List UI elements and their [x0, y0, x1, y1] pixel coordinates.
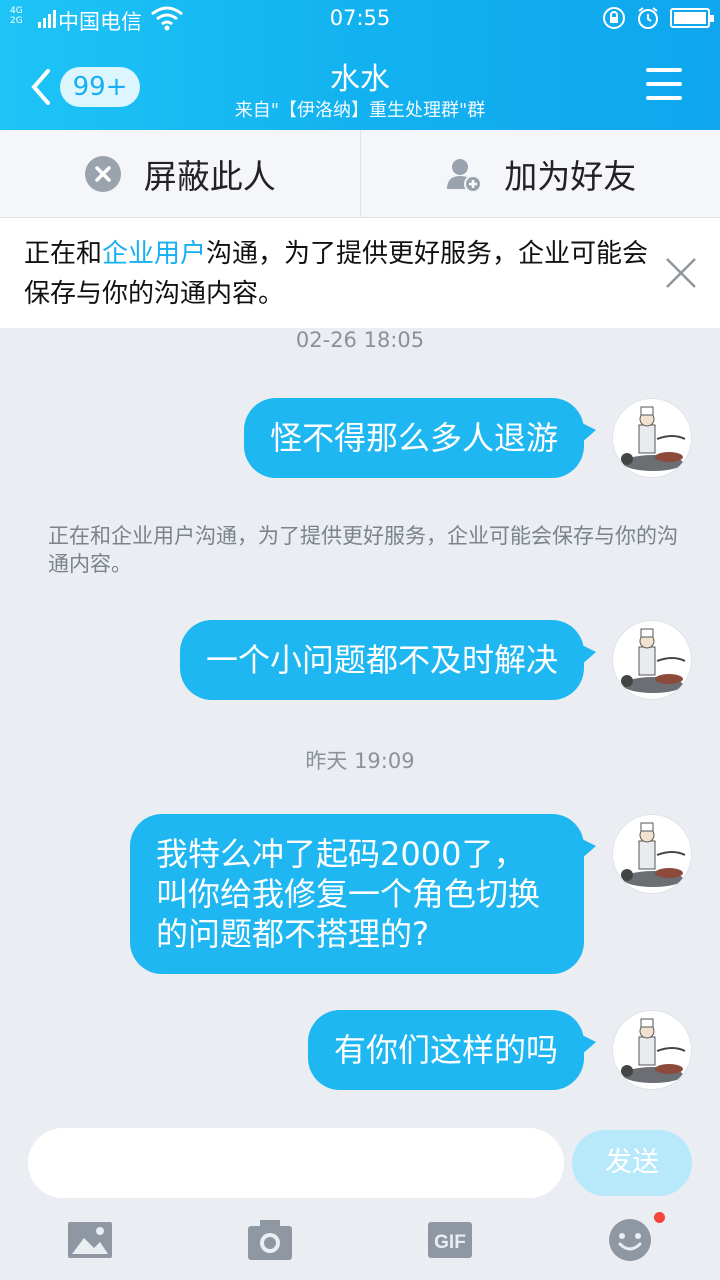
enterprise-notice-banner: 正在和企业用户沟通，为了提供更好服务，企业可能会保存与你的沟通内容。 [0, 218, 720, 328]
add-friend-button[interactable]: 加为好友 [361, 130, 720, 217]
chat-subtitle: 来自"【伊洛纳】重生处理群"群 [234, 100, 486, 121]
svg-text:GIF: GIF [434, 1232, 466, 1253]
message-bubble[interactable]: 有你们这样的吗 [307, 1010, 597, 1090]
image-icon[interactable] [66, 1216, 114, 1264]
block-user-button[interactable]: 屏蔽此人 [0, 130, 360, 217]
chef-avatar-icon [621, 406, 686, 471]
message-bubble[interactable]: 一个小问题都不及时解决 [179, 620, 597, 700]
input-bar: 发送 GIF [0, 1118, 720, 1280]
chat-title: 水水 [330, 62, 390, 97]
status-icons [602, 6, 714, 30]
alarm-icon [638, 7, 658, 29]
avatar[interactable] [612, 620, 692, 700]
message-bubble[interactable]: 怪不得那么多人退游 [243, 398, 597, 478]
send-button[interactable]: 发送 [572, 1130, 692, 1196]
add-friend-label: 加为好友 [504, 156, 637, 196]
lock-rotation-icon [603, 7, 625, 29]
chef-avatar-icon [621, 1018, 686, 1083]
block-icon [84, 155, 121, 192]
block-user-label: 屏蔽此人 [143, 156, 276, 196]
system-notice: 正在和企业用户沟通，为了提供更好服务，企业可能会保存与你的沟通内容。 [48, 524, 678, 576]
avatar[interactable] [612, 398, 692, 478]
message-bubble[interactable]: 我特么冲了起码2000了， 叫你给我修复一个角色切换 的问题都不搭理的? [130, 814, 596, 974]
menu-button[interactable] [646, 68, 682, 100]
notification-dot [654, 1212, 665, 1223]
chef-avatar-icon [621, 628, 686, 693]
menu-line [646, 96, 682, 100]
message-line: 叫你给我修复一个角色切换 [156, 875, 541, 913]
avatar[interactable] [612, 814, 692, 894]
action-bar: 屏蔽此人 加为好友 [0, 130, 720, 218]
emoji-icon[interactable] [606, 1216, 654, 1264]
message-line: 的问题都不搭理的? [156, 915, 429, 953]
toolbar: GIF [0, 1216, 720, 1266]
menu-line [646, 82, 682, 86]
message-timestamp: 02-26 18:05 [295, 328, 425, 352]
status-bar: 4G 2G 中国电信 07:55 [0, 0, 720, 38]
battery-icon [670, 8, 714, 28]
gif-icon[interactable]: GIF [426, 1216, 474, 1264]
close-icon[interactable] [664, 256, 698, 290]
message-input[interactable] [28, 1128, 564, 1198]
avatar[interactable] [612, 1010, 692, 1090]
camera-icon[interactable] [246, 1216, 294, 1264]
banner-text: 正在和企业用户沟通，为了提供更好服务，企业可能会保存与你的沟通内容。 [24, 234, 664, 314]
enterprise-user-link[interactable]: 企业用户 [102, 239, 206, 269]
menu-line [646, 68, 682, 72]
message-line: 我特么冲了起码2000了， [156, 835, 526, 873]
message-timestamp: 昨天 19:09 [305, 749, 415, 773]
chef-avatar-icon [621, 822, 686, 887]
chat-header: 4G 2G 中国电信 07:55 99+ 水水 来自"【伊洛纳】重生处理群"群 [0, 0, 720, 130]
add-friend-icon [447, 158, 483, 193]
banner-prefix: 正在和 [24, 239, 103, 269]
